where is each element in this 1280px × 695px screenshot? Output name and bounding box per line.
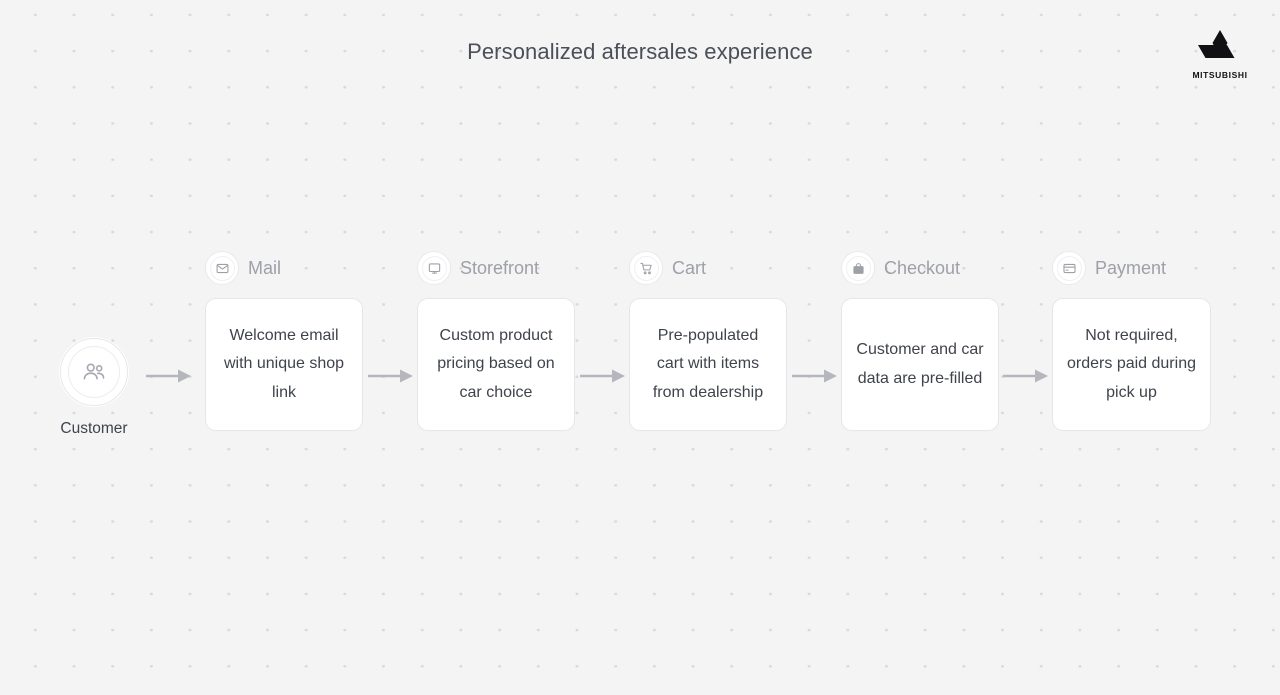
step-header-storefront: Storefront [417,250,575,286]
step-icon-checkout [841,251,875,285]
step-icon-cart [629,251,663,285]
shopping-cart-icon [639,262,652,274]
step-payment[interactable]: Payment Not required, orders paid during… [1052,250,1211,431]
flow-diagram: Customer Mail Welcome email with unique … [0,250,1280,460]
step-icon-ring [209,255,235,281]
brand-wordmark: MITSUBISHI [1192,70,1248,80]
arrow-connector-5 [1003,367,1049,385]
step-storefront[interactable]: Storefront Custom product pricing based … [417,250,575,431]
users-icon [83,363,105,380]
step-icon-ring [1056,255,1082,281]
step-title-checkout: Checkout [884,257,961,278]
envelope-icon [216,263,228,273]
step-checkout[interactable]: Checkout Customer and car data are pre-f… [841,250,999,431]
avatar [60,338,128,406]
step-title-payment: Payment [1095,257,1167,278]
shopping-bag-icon [852,262,864,274]
step-icon-storefront [417,251,451,285]
arrow-connector-2 [368,367,414,385]
step-cart[interactable]: Cart Pre-populated cart with items from … [629,250,787,431]
step-card-text-checkout: Customer and car data are pre-filled [856,341,984,387]
step-title-cart: Cart [672,257,707,278]
step-header-payment: Payment [1052,250,1211,286]
step-title-storefront: Storefront [460,257,540,278]
step-card-text-storefront: Custom product pricing based on car choi… [437,326,555,401]
step-card-cart[interactable]: Pre-populated cart with items from deale… [629,298,787,431]
step-card-text-mail: Welcome email with unique shop link [223,326,345,401]
step-card-storefront[interactable]: Custom product pricing based on car choi… [417,298,575,431]
step-card-mail[interactable]: Welcome email with unique shop link [205,298,363,431]
step-card-text-payment: Not required, orders paid during pick up [1067,326,1196,401]
step-card-checkout[interactable]: Customer and car data are pre-filled [841,298,999,431]
step-icon-ring [633,255,659,281]
arrow-connector-1 [146,367,192,385]
step-header-cart: Cart [629,250,787,286]
step-icon-mail [205,251,239,285]
step-header-mail: Mail [205,250,363,286]
step-card-payment[interactable]: Not required, orders paid during pick up [1052,298,1211,431]
page-title: Personalized aftersales experience [467,39,813,64]
credit-card-icon [1062,263,1076,273]
mitsubishi-three-diamonds-icon [1194,28,1246,68]
step-icon-payment [1052,251,1086,285]
arrow-connector-4 [792,367,838,385]
step-mail[interactable]: Mail Welcome email with unique shop link [205,250,363,431]
arrow-connector-3 [580,367,626,385]
step-icon-ring [421,255,447,281]
step-card-text-cart: Pre-populated cart with items from deale… [652,326,764,401]
customer-node: Customer [50,338,138,438]
avatar-ring [68,346,120,398]
customer-label: Customer [60,420,128,437]
step-icon-ring [845,255,871,281]
step-header-checkout: Checkout [841,250,999,286]
monitor-icon [428,262,440,274]
brand-logo: MITSUBISHI [1186,28,1254,80]
step-title-mail: Mail [248,257,282,278]
